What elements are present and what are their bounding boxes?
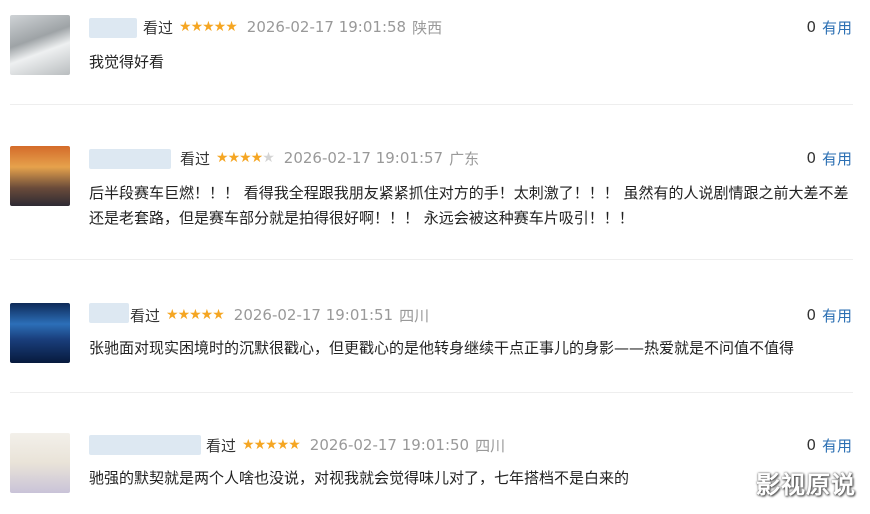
useful-count: 0 xyxy=(806,436,816,454)
rating-stars: ★★★★★ xyxy=(166,307,225,323)
useful-vote: 0 有用 xyxy=(806,433,852,457)
avatar[interactable] xyxy=(10,15,70,75)
rating-stars: ★★★★★ xyxy=(179,19,238,35)
review-meta: 看过 ★★★★★ 2026-02-17 19:01:51 四川 xyxy=(130,303,429,327)
username-blurred[interactable] xyxy=(89,435,201,455)
watched-label: 看过 xyxy=(130,306,161,325)
useful-count: 0 xyxy=(806,306,816,324)
watched-label: 看过 xyxy=(180,149,211,168)
review-content: 张驰面对现实困境时的沉默很戳心，但更戳心的是他转身继续干点正事儿的身影——热爱就… xyxy=(89,339,795,357)
useful-count: 0 xyxy=(806,18,816,36)
review-region: 陕西 xyxy=(412,18,443,37)
review-region: 四川 xyxy=(399,306,430,325)
review-item: 看过 ★★★★★ 2026-02-17 19:01:58 陕西 0 有用 我觉得… xyxy=(0,15,870,105)
review-item: 看过 ★★★★★ 2026-02-17 19:01:57 广东 0 有用 后半段… xyxy=(0,146,870,256)
review-meta: 看过 ★★★★★ 2026-02-17 19:01:50 四川 xyxy=(206,433,505,457)
watched-label: 看过 xyxy=(143,18,174,37)
avatar[interactable] xyxy=(10,303,70,363)
avatar[interactable] xyxy=(10,433,70,493)
useful-button[interactable]: 有用 xyxy=(822,17,852,38)
review-date: 2026-02-17 19:01:51 xyxy=(233,306,394,324)
rating-stars: ★★★★★ xyxy=(216,150,275,166)
useful-button[interactable]: 有用 xyxy=(822,435,852,456)
useful-vote: 0 有用 xyxy=(806,303,852,327)
divider xyxy=(10,104,853,105)
useful-button[interactable]: 有用 xyxy=(822,148,852,169)
rating-stars: ★★★★★ xyxy=(242,437,301,453)
review-date: 2026-02-17 19:01:50 xyxy=(309,436,470,454)
divider xyxy=(10,259,853,260)
review-content: 后半段赛车巨燃！！！ 看得我全程跟我朋友紧紧抓住对方的手！太刺激了！！！ 虽然有… xyxy=(89,184,849,227)
username-blurred[interactable] xyxy=(89,149,171,169)
review-date: 2026-02-17 19:01:57 xyxy=(283,149,444,167)
review-region: 四川 xyxy=(475,436,506,455)
review-content: 我觉得好看 xyxy=(89,53,165,71)
useful-count: 0 xyxy=(806,149,816,167)
username-blurred[interactable] xyxy=(89,18,137,38)
avatar[interactable] xyxy=(10,146,70,206)
review-content: 驰强的默契就是两个人啥也没说，对视我就会觉得味儿对了，七年搭档不是白来的 xyxy=(89,469,630,487)
review-region: 广东 xyxy=(449,149,480,168)
useful-vote: 0 有用 xyxy=(806,15,852,39)
useful-vote: 0 有用 xyxy=(806,146,852,170)
username-blurred[interactable] xyxy=(89,303,129,323)
review-date: 2026-02-17 19:01:58 xyxy=(246,18,407,36)
review-meta: 看过 ★★★★★ 2026-02-17 19:01:57 广东 xyxy=(180,146,479,170)
watermark: 影视原说 xyxy=(756,471,856,499)
review-item: 看过 ★★★★★ 2026-02-17 19:01:50 四川 0 有用 驰强的… xyxy=(0,433,870,503)
divider xyxy=(10,392,853,393)
review-item: 看过 ★★★★★ 2026-02-17 19:01:51 四川 0 有用 张驰面… xyxy=(0,303,870,393)
watched-label: 看过 xyxy=(206,436,237,455)
useful-button[interactable]: 有用 xyxy=(822,305,852,326)
review-meta: 看过 ★★★★★ 2026-02-17 19:01:58 陕西 xyxy=(143,15,442,39)
